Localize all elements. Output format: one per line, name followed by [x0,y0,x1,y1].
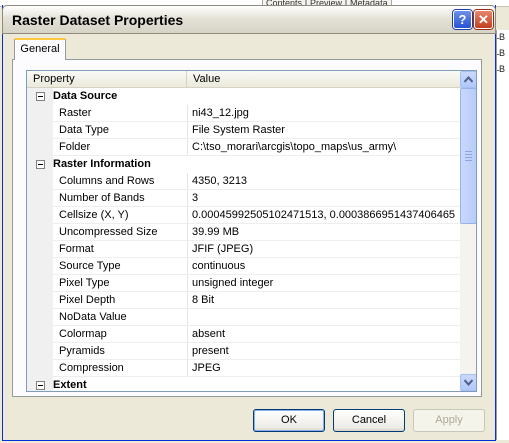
property-value: 4350, 3213 [192,175,248,187]
property-name: Data Type [59,124,109,136]
property-row[interactable]: Raster ni43_12.jpg [27,105,460,122]
background-tree-item[interactable]: B [497,32,509,49]
background-tree-panel: B B B [496,30,509,440]
collapse-icon[interactable] [36,381,45,390]
property-row[interactable]: Number of Bands 3 [27,190,460,207]
category-row[interactable]: Data Source [27,88,460,105]
dialog-title: Raster Dataset Properties [12,12,184,28]
property-value: present [192,345,229,357]
vertical-scrollbar[interactable] [460,71,476,391]
chevron-down-icon [464,379,473,386]
property-row[interactable]: NoData Value [27,309,460,326]
property-row[interactable]: Pixel Depth 8 Bit [27,292,460,309]
collapse-icon[interactable] [36,160,45,169]
property-row[interactable]: Pixel Type unsigned integer [27,275,460,292]
property-name: Number of Bands [59,192,145,204]
grid-header: Property Value [27,71,460,88]
column-header-property[interactable]: Property [27,71,187,87]
property-value: JPEG [192,362,221,374]
collapse-icon[interactable] [36,92,45,101]
apply-button: Apply [413,409,485,432]
property-row[interactable]: Uncompressed Size 39.99 MB [27,224,460,241]
scroll-up-button[interactable] [460,71,476,88]
scroll-down-button[interactable] [460,374,476,391]
property-name: Source Type [59,260,121,272]
cancel-button[interactable]: Cancel [333,409,405,432]
title-bar[interactable]: Raster Dataset Properties ? ✕ [2,5,496,34]
property-value: C:\tso_morari\arcgis\topo_maps\us_army\ [192,141,397,153]
property-row[interactable]: Columns and Rows 4350, 3213 [27,173,460,190]
property-value: 8 Bit [192,294,215,306]
property-name: Colormap [59,328,107,340]
property-row[interactable]: Folder C:\tso_morari\arcgis\topo_maps\us_… [27,139,460,156]
chevron-up-icon [464,76,473,83]
property-value: 39.99 MB [192,226,240,238]
property-row[interactable]: Pyramids present [27,343,460,360]
column-header-value[interactable]: Value [187,71,460,87]
property-name: Columns and Rows [59,175,155,187]
property-value: File System Raster [192,124,285,136]
property-grid: Property Value Data Source Raster ni43_12.… [26,70,477,392]
property-name: NoData Value [59,311,127,323]
property-value: 0.00045992505102471513, 0.00038669514374… [192,209,456,221]
property-name: Pyramids [59,345,105,357]
category-label: Data Source [53,90,118,102]
property-row[interactable]: Format JFIF (JPEG) [27,241,460,258]
category-label: Extent [53,379,87,391]
property-name: Pixel Depth [59,294,116,306]
property-name: Compression [59,362,124,374]
property-value: ni43_12.jpg [192,107,249,119]
property-name: Format [59,243,94,255]
property-name: Uncompressed Size [59,226,158,238]
category-label: Raster Information [53,158,151,170]
scroll-thumb[interactable] [460,88,476,224]
help-icon: ? [458,12,467,27]
property-name: Cellsize (X, Y) [59,209,129,221]
property-value: unsigned integer [192,277,274,289]
property-value: absent [192,328,226,340]
tab-general[interactable]: General [14,38,66,60]
category-row[interactable]: Raster Information [27,156,460,173]
close-icon: ✕ [478,12,489,27]
ok-button[interactable]: OK [253,409,325,432]
background-tree-item[interactable]: B [497,64,509,81]
property-row[interactable]: Colormap absent [27,326,460,343]
property-row[interactable]: Source Type continuous [27,258,460,275]
category-row[interactable]: Extent [27,377,460,391]
property-name: Raster [59,107,92,119]
property-value: JFIF (JPEG) [192,243,254,255]
property-name: Pixel Type [59,277,110,289]
close-button[interactable]: ✕ [474,10,493,29]
property-row[interactable]: Data Type File System Raster [27,122,460,139]
property-row[interactable]: Cellsize (X, Y) 0.00045992505102471513, 0… [27,207,460,224]
property-name: Folder [59,141,91,153]
property-value [192,309,460,326]
background-tree-item[interactable]: B [497,48,509,65]
property-value: continuous [192,260,246,272]
property-value: 3 [192,192,199,204]
help-button[interactable]: ? [453,10,472,29]
property-row[interactable]: Compression JPEG [27,360,460,377]
